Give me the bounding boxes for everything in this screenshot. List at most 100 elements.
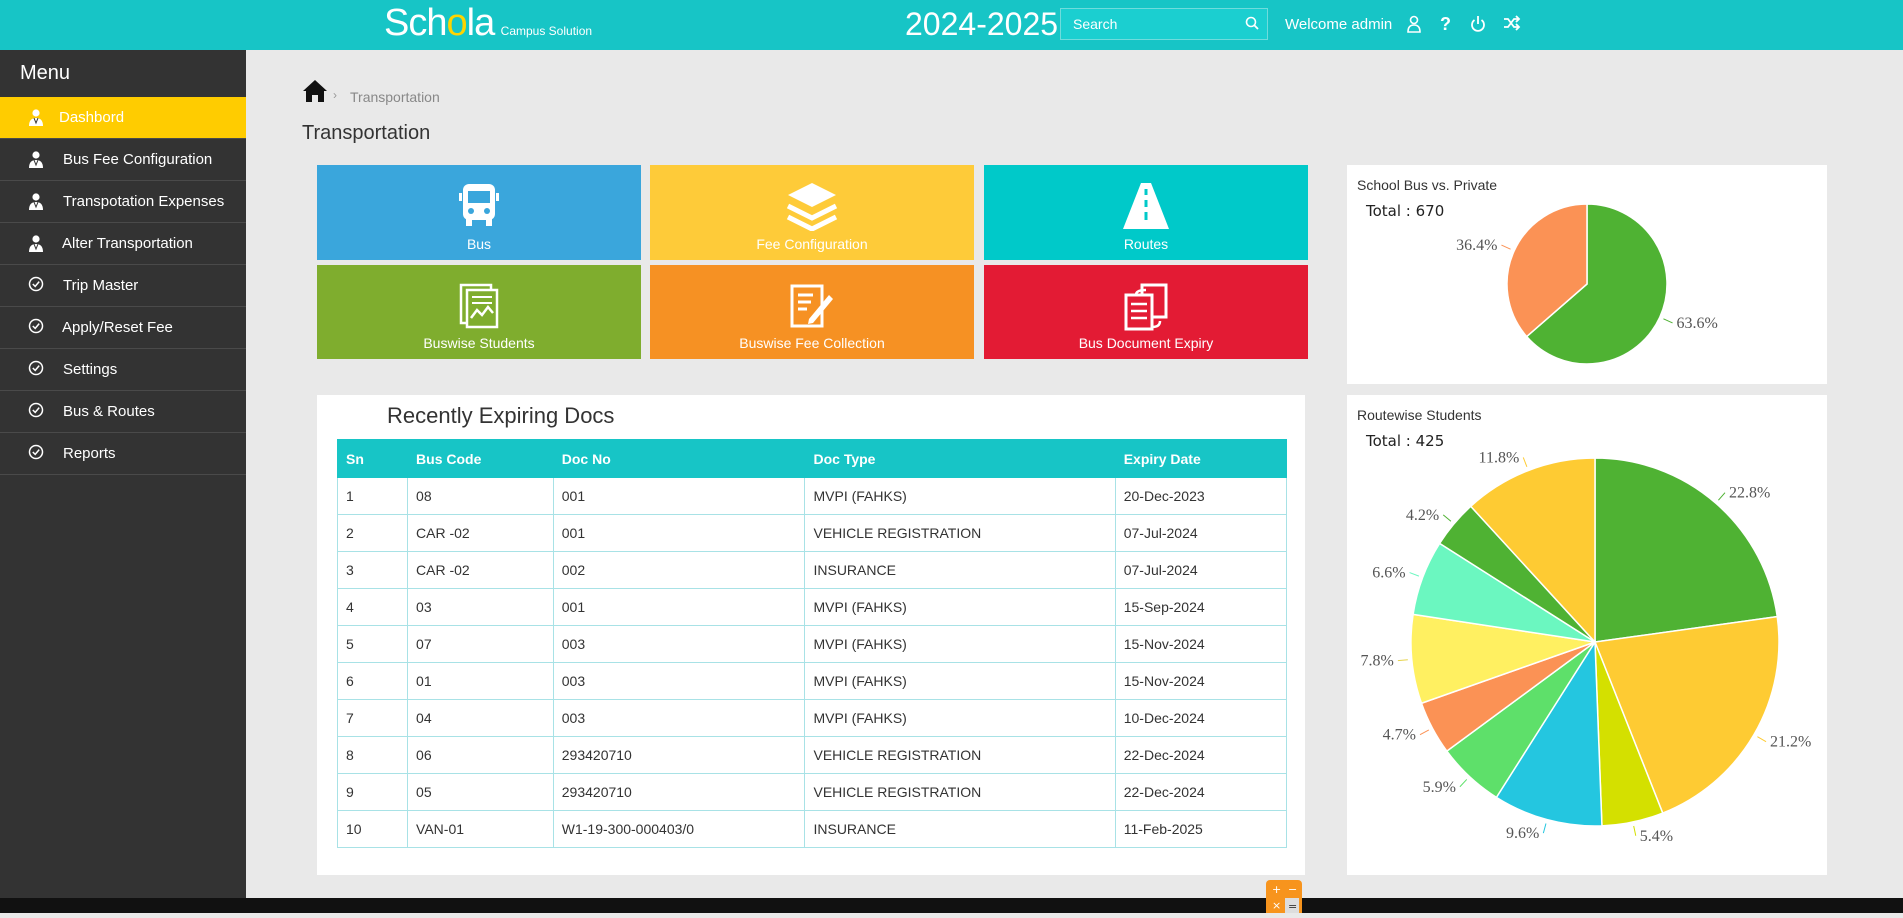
user-icon [28, 192, 44, 210]
documents-icon [984, 283, 1308, 336]
table-cell: 9 [336, 773, 409, 811]
shuffle-icon[interactable] [1503, 15, 1521, 36]
table-cell: W1-19-300-000403/0 [552, 810, 806, 848]
table-cell: 293420710 [552, 773, 806, 811]
table-cell: 001 [552, 514, 806, 552]
slice-connector [1397, 659, 1408, 662]
table-cell: 3 [336, 551, 409, 589]
check-circle-icon [28, 360, 44, 378]
table-cell: CAR -02 [407, 551, 554, 589]
home-icon[interactable] [302, 78, 328, 109]
tile-routes[interactable]: Routes [984, 165, 1308, 260]
logo-subtitle: Campus Solution [500, 24, 593, 38]
table-cell: 06 [407, 736, 554, 774]
tile-label: Buswise Students [423, 335, 535, 351]
table-cell: 10-Dec-2024 [1114, 699, 1288, 737]
slice-label: 11.8% [1479, 449, 1520, 466]
tile-fee-configuration[interactable]: Fee Configuration [650, 165, 974, 260]
table-cell: 01 [407, 662, 554, 700]
table-cell: MVPI (FAHKS) [804, 477, 1116, 515]
sidebar-item-apply-reset-fee[interactable]: Apply/Reset Fee [0, 307, 246, 349]
slice-connector [1757, 736, 1767, 743]
table-cell: 07-Jul-2024 [1114, 514, 1288, 552]
search-icon[interactable] [1245, 16, 1259, 35]
road-icon [984, 181, 1308, 236]
table-row: 8 06 293420710 VEHICLE REGISTRATION 22-Dec-2… [336, 736, 1288, 774]
column-header[interactable]: Bus Code [407, 439, 554, 478]
help-icon[interactable]: ? [1440, 14, 1451, 35]
sidebar-item-label: Dashbord [59, 109, 125, 126]
table-cell: VEHICLE REGISTRATION [804, 736, 1116, 774]
sidebar-item-label: Alter Transportation [62, 235, 193, 252]
academic-year[interactable]: 2024-2025 [905, 6, 1058, 43]
table-cell: 22-Dec-2024 [1114, 773, 1288, 811]
table-cell: MVPI (FAHKS) [804, 699, 1116, 737]
sidebar-item-transpotation-expenses[interactable]: Transpotation Expenses [0, 181, 246, 223]
column-header[interactable]: Sn [336, 439, 409, 478]
slice-connector [1419, 729, 1430, 736]
check-circle-icon [28, 276, 44, 294]
table-row: 5 07 003 MVPI (FAHKS) 15-Nov-2024 [336, 625, 1288, 663]
sidebar-item-bus-fee-configuration[interactable]: Bus Fee Configuration [0, 139, 246, 181]
top-bar: Schola Campus Solution 2024-2025 Welcome… [0, 0, 1903, 50]
table-row: 1 08 001 MVPI (FAHKS) 20-Dec-2023 [336, 477, 1288, 515]
column-header[interactable]: Doc No [552, 439, 806, 478]
table-cell: VEHICLE REGISTRATION [804, 773, 1116, 811]
tile-buswise-students[interactable]: Buswise Students [317, 265, 641, 359]
search-input[interactable] [1071, 15, 1235, 33]
sidebar-item-dashbord[interactable]: Dashbord [0, 97, 246, 139]
table-cell: 15-Nov-2024 [1114, 625, 1288, 663]
table-cell: 003 [552, 662, 806, 700]
sidebar-item-bus-routes[interactable]: Bus & Routes [0, 391, 246, 433]
calculator-icon[interactable]: + − × = [1266, 880, 1302, 913]
sidebar-item-label: Trip Master [63, 277, 139, 294]
table-cell: 08 [407, 477, 554, 515]
tile-label: Bus Document Expiry [1078, 335, 1214, 351]
sidebar-item-settings[interactable]: Settings [0, 349, 246, 391]
docs-title: Recently Expiring Docs [387, 403, 615, 428]
user-icon[interactable] [1406, 15, 1422, 38]
pie-chart-routewise: 22.8% 21.2% 5.4% 9.6% 5.9% 4.7% 7.8% 6.6% 4.2% 11… [1361, 449, 1812, 845]
sidebar-item-alter-transportation[interactable]: Alter Transportation [0, 223, 246, 265]
svg-text:−: − [1288, 883, 1297, 896]
table-cell: 2 [336, 514, 409, 552]
table-cell: 15-Sep-2024 [1114, 588, 1288, 626]
app-logo[interactable]: Schola Campus Solution [384, 2, 592, 45]
user-icon [28, 234, 44, 252]
column-header[interactable]: Doc Type [804, 439, 1116, 478]
table-cell: 002 [552, 551, 806, 589]
table-row: 2 CAR -02 001 VEHICLE REGISTRATION 07-Jul-20… [336, 514, 1288, 552]
table-cell: 07-Jul-2024 [1114, 551, 1288, 589]
tile-label: Routes [1123, 236, 1169, 252]
table-cell: INSURANCE [804, 551, 1116, 589]
table-row: 7 04 003 MVPI (FAHKS) 10-Dec-2024 [336, 699, 1288, 737]
sidebar-item-label: Settings [63, 361, 118, 378]
tile-label: Fee Configuration [756, 236, 868, 252]
table-cell: 8 [336, 736, 409, 774]
slice-label: 36.4% [1456, 237, 1497, 254]
sidebar-item-trip-master[interactable]: Trip Master [0, 265, 246, 307]
tile-bus-document-expiry[interactable]: Bus Document Expiry [984, 265, 1308, 359]
tile-buswise-fee-collection[interactable]: Buswise Fee Collection [650, 265, 974, 359]
sidebar-item-reports[interactable]: Reports [0, 433, 246, 475]
table-cell: 10 [336, 810, 409, 848]
menu-title: Menu [20, 62, 71, 84]
power-icon[interactable] [1470, 15, 1486, 38]
table-cell: 5 [336, 625, 409, 663]
slice-connector [1501, 244, 1511, 250]
slice-label: 22.8% [1729, 485, 1770, 502]
tile-bus[interactable]: Bus [317, 165, 641, 260]
tile-label: Bus [466, 236, 492, 252]
sidebar-item-label: Apply/Reset Fee [62, 319, 173, 336]
search-box[interactable] [1060, 8, 1268, 40]
bottom-bar [0, 898, 1903, 913]
report-icon [317, 283, 641, 334]
sidebar-item-label: Bus & Routes [63, 403, 155, 420]
table-cell: VEHICLE REGISTRATION [804, 514, 1116, 552]
table-cell: MVPI (FAHKS) [804, 588, 1116, 626]
slice-label: 7.8% [1361, 653, 1394, 670]
column-header[interactable]: Expiry Date [1114, 439, 1288, 478]
slice-label: 5.4% [1640, 828, 1673, 845]
table-row: 6 01 003 MVPI (FAHKS) 15-Nov-2024 [336, 662, 1288, 700]
table-cell: 1 [336, 477, 409, 515]
